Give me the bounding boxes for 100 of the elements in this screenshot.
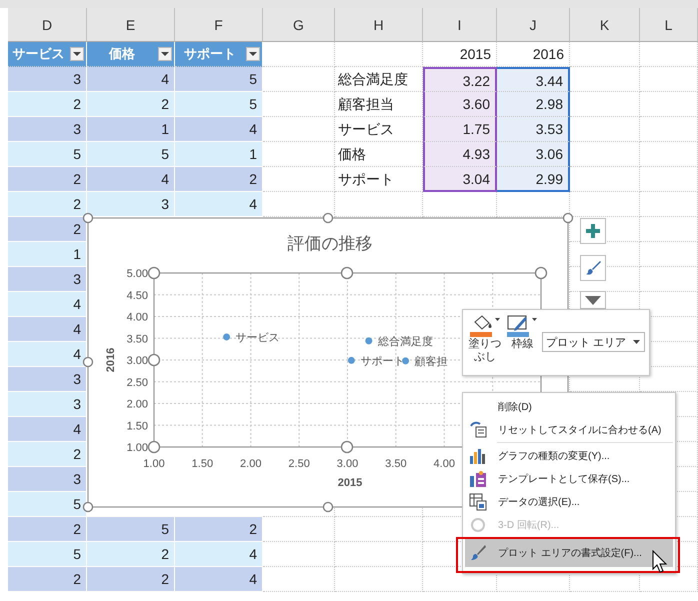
style-button[interactable]	[580, 255, 606, 281]
table-cell: 2	[175, 167, 263, 192]
table-cell: 4	[175, 117, 263, 142]
resize-handle[interactable]	[148, 354, 160, 366]
table-cell: 2	[8, 442, 87, 467]
empty-cell	[570, 42, 640, 67]
axis-tick-label: 3.00	[126, 355, 148, 367]
resize-handle[interactable]	[340, 266, 354, 280]
data-label: 顧客担	[414, 356, 448, 368]
menu-item[interactable]: 削除(D)	[465, 395, 673, 418]
axis-tick-label: 1.00	[143, 458, 165, 470]
brush-icon	[585, 260, 601, 276]
column-header[interactable]: L	[640, 8, 698, 42]
column-header[interactable]: H	[335, 8, 423, 42]
column-header[interactable]: K	[570, 8, 640, 42]
resize-handle[interactable]	[82, 212, 94, 224]
table-cell: 2	[8, 167, 87, 192]
table-cell: 3.53	[497, 117, 570, 142]
table-cell: 5	[175, 92, 263, 117]
table-header: 価格	[108, 45, 136, 63]
resize-handle[interactable]	[322, 502, 334, 512]
axis-tick-label: 2.50	[288, 458, 310, 470]
resize-handle[interactable]	[534, 266, 548, 280]
column-header[interactable]: D	[8, 8, 87, 42]
caret-icon	[161, 51, 169, 57]
table-cell: 3.44	[497, 67, 570, 92]
data-label: 総合満足度	[378, 336, 433, 348]
caret-icon	[249, 51, 257, 57]
table-cell: 1	[175, 142, 263, 167]
fill-button[interactable]: 塗りつぶし	[467, 314, 503, 364]
table-cell: 2.99	[497, 167, 570, 192]
menu-item[interactable]: テンプレートとして保存(S)...	[465, 467, 673, 490]
table-cell: 1	[8, 242, 87, 267]
menu-item[interactable]: プロット エリアの書式設定(F)...	[465, 539, 673, 567]
column-header[interactable]: I	[423, 8, 497, 42]
filter-dropdown-button[interactable]	[158, 47, 172, 61]
table-cell: 3	[8, 467, 87, 492]
table-cell: 2	[87, 542, 175, 567]
resize-handle[interactable]	[562, 212, 574, 224]
filter-dropdown-button[interactable]	[70, 47, 84, 61]
column-header[interactable]: G	[263, 8, 335, 42]
axis-tick-label: 1.50	[126, 420, 148, 432]
table-cell: 4	[8, 342, 87, 367]
table-cell: 1.75	[423, 117, 497, 142]
add-element-button[interactable]	[580, 218, 606, 244]
resize-handle[interactable]	[340, 440, 354, 454]
reset-icon	[469, 420, 487, 438]
table-cell: 3.60	[423, 92, 497, 117]
data-point[interactable]	[402, 357, 410, 364]
column-header[interactable]: E	[87, 8, 175, 42]
table-cell: 5	[8, 492, 87, 517]
filter-button[interactable]	[580, 291, 606, 309]
data-point[interactable]	[365, 337, 372, 344]
table-cell: 2	[8, 567, 87, 592]
menu-item[interactable]: リセットしてスタイルに合わせる(A)	[465, 418, 673, 441]
axis-tick-label: 3.00	[336, 458, 358, 470]
resize-handle[interactable]	[82, 356, 94, 368]
table-cell: 3.22	[423, 67, 497, 92]
table-cell: 3.06	[497, 142, 570, 167]
element-dropdown[interactable]: プロット エリア	[542, 332, 645, 352]
table-cell: 5	[87, 517, 175, 542]
resize-handle[interactable]	[82, 502, 94, 512]
table-cell: 4	[8, 292, 87, 317]
column-header[interactable]: J	[497, 8, 570, 42]
outline-button[interactable]: 枠線	[504, 314, 540, 351]
menu-item[interactable]: データの選択(E)...	[465, 490, 673, 513]
resize-handle[interactable]	[322, 212, 334, 224]
axis-tick-label: 3.50	[385, 458, 407, 470]
table-cell: 3	[8, 392, 87, 417]
column-header[interactable]: F	[175, 8, 263, 42]
empty-cell	[640, 117, 698, 142]
axis-tick-label: 4.00	[126, 312, 148, 324]
axis-tick-label: 4.50	[126, 290, 148, 302]
data-table-icon	[469, 492, 487, 510]
caret-icon	[73, 51, 81, 57]
table-cell: 4	[175, 542, 263, 567]
axis-tick-label: 1.00	[126, 442, 148, 454]
filter-dropdown-button[interactable]	[246, 47, 260, 61]
rotate-icon	[469, 516, 487, 534]
table-cell: 2	[8, 192, 87, 217]
menu-item[interactable]: グラフの種類の変更(Y)...	[465, 444, 673, 467]
data-point[interactable]	[223, 333, 230, 340]
axis-title: 2016	[105, 348, 117, 372]
empty-cell	[640, 242, 698, 267]
table-cell: 3	[8, 267, 87, 292]
paint-bucket-icon	[470, 314, 500, 338]
data-point[interactable]	[348, 356, 355, 364]
axis-tick-label: 5.00	[126, 268, 148, 280]
empty-cell	[640, 267, 698, 292]
data-label: サポート	[360, 355, 404, 368]
axis-tick-label: 4.00	[434, 458, 455, 470]
table-cell: 4.93	[423, 142, 497, 167]
resize-handle[interactable]	[148, 266, 160, 280]
table-cell: 3	[8, 367, 87, 392]
empty-cell	[640, 192, 698, 217]
empty-cell	[640, 217, 698, 242]
table-cell: 2	[8, 217, 87, 242]
pen-icon	[507, 314, 538, 338]
resize-handle[interactable]	[148, 440, 160, 454]
brush-icon	[469, 544, 487, 562]
